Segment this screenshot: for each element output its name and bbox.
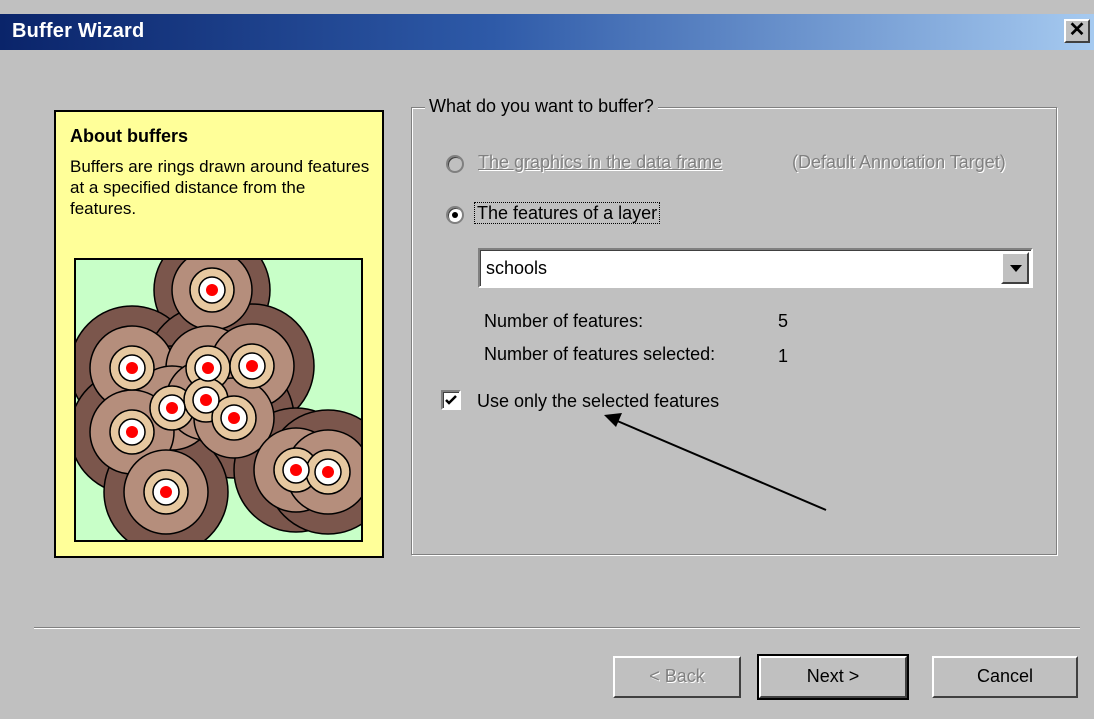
radio-graphics[interactable] [446,155,464,173]
radio-layer[interactable] [446,206,464,224]
about-description: Buffers are rings drawn around features … [70,157,370,218]
buffer-rings-image [76,260,361,540]
title-bar[interactable]: Buffer Wizard ✕ [0,14,1094,50]
radio-selected-dot [452,212,458,218]
use-selected-checkbox[interactable] [441,390,461,410]
annotation-target-label: (Default Annotation Target) [792,152,1006,172]
close-icon: ✕ [1068,19,1086,41]
buffer-wizard-dialog: Buffer Wizard ✕ About buffers Buffers ar… [0,0,1094,719]
back-button[interactable]: < Back [613,656,741,698]
next-button[interactable]: Next > [757,654,909,700]
buffer-illustration [74,258,363,542]
window-title: Buffer Wizard [12,20,145,42]
close-button[interactable]: ✕ [1064,19,1090,43]
num-features-value: 5 [778,311,789,331]
num-features-label: Number of features: [484,311,644,331]
about-title: About buffers [70,126,188,146]
layer-select[interactable]: schools [478,248,1033,288]
layer-select-value: schools [486,258,548,278]
button-separator [34,627,1080,629]
radio-graphics-label[interactable]: The graphics in the data frame [478,152,722,173]
layer-select-dropdown-button[interactable] [1001,252,1029,284]
num-selected-value: 1 [778,346,789,366]
radio-layer-label[interactable]: The features of a layer [474,202,661,224]
checkmark-icon [445,395,457,405]
group-legend: What do you want to buffer? [425,96,658,117]
use-selected-label[interactable]: Use only the selected features [477,391,719,412]
num-selected-label: Number of features selected: [484,344,716,364]
about-buffers-panel: About buffers Buffers are rings drawn ar… [54,110,384,558]
cancel-button[interactable]: Cancel [932,656,1078,698]
chevron-down-icon [1010,265,1022,272]
radio-layer-text: The features of a layer [474,202,661,224]
